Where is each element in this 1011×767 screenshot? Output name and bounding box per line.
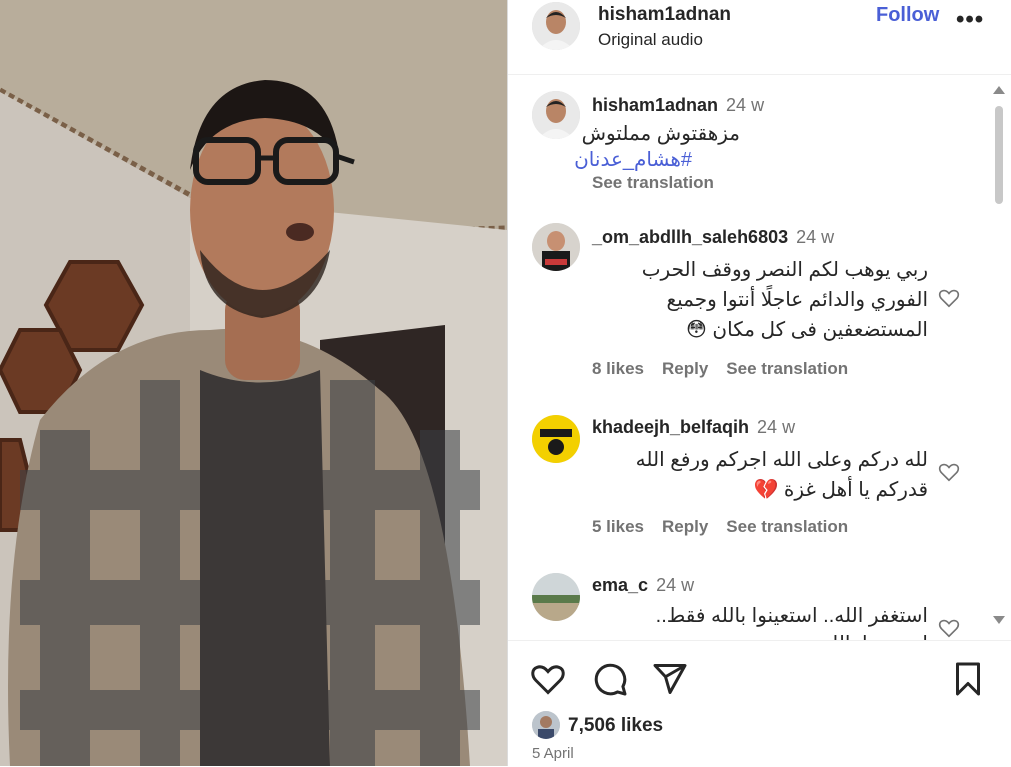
comments-scrollbar[interactable] — [992, 86, 1006, 632]
share-icon[interactable] — [652, 661, 688, 697]
comment-icon[interactable] — [592, 661, 628, 697]
see-translation-button[interactable]: See translation — [726, 359, 848, 378]
author-avatar[interactable] — [532, 2, 580, 50]
caption-time: 24 w — [726, 95, 765, 115]
comment-meta: 5 likes Reply See translation — [592, 517, 866, 537]
comment-time: 24 w — [656, 575, 695, 595]
video-frame — [0, 0, 507, 766]
reply-button[interactable]: Reply — [662, 517, 708, 536]
caption-username[interactable]: hisham1adnan 24 w — [592, 95, 764, 116]
comment-avatar[interactable] — [532, 573, 580, 621]
post-media[interactable] — [0, 0, 507, 766]
comment-time: 24 w — [757, 417, 796, 437]
comment-heart-icon[interactable] — [938, 287, 960, 309]
post-date: 5 April — [532, 745, 574, 762]
comment-line: ربي يوهب لكم النصر ووقف الحرب — [641, 259, 928, 281]
comment-item: ema_c 24 w استغفر الله.. استعينوا بالله ف… — [508, 565, 988, 641]
comment-time: 24 w — [796, 227, 835, 247]
comment-item: _om_abdllh_saleh6803 24 w ربي يوهب لكم ال… — [508, 215, 988, 385]
like-heart-icon[interactable] — [530, 661, 566, 697]
see-translation-button[interactable]: See translation — [726, 517, 848, 536]
comment-likes[interactable]: 5 likes — [592, 517, 644, 536]
comment-meta: 8 likes Reply See translation — [592, 359, 866, 379]
bookmark-icon[interactable] — [950, 661, 986, 697]
post-actions: 7,506 likes 5 April — [508, 640, 1011, 767]
audio-label[interactable]: Original audio — [598, 30, 703, 50]
caption-hashtag[interactable]: #هشام_عدنان — [574, 145, 692, 175]
post-header: hisham1adnan Original audio Follow ••• — [508, 0, 1011, 75]
comment-username[interactable]: ema_c 24 w — [592, 575, 694, 596]
comment-line: قدركم يا أهل غزة 💔 — [753, 479, 928, 501]
caption: hisham1adnan 24 w مزهقتوش مملتوش #هشام_عد… — [508, 75, 988, 205]
comment-heart-icon[interactable] — [938, 461, 960, 483]
caption-see-translation[interactable]: See translation — [592, 173, 714, 193]
comment-line: الفوري والدائم عاجلًا أنتوا وجميع — [666, 289, 928, 311]
comment-avatar[interactable] — [532, 223, 580, 271]
comment-line: لله دركم وعلى الله اجركم ورفع الله — [635, 449, 928, 471]
comment-username[interactable]: khadeejh_belfaqih 24 w — [592, 417, 795, 438]
comments-list[interactable]: hisham1adnan 24 w مزهقتوش مملتوش #هشام_عد… — [508, 75, 1011, 641]
author-username[interactable]: hisham1adnan — [598, 4, 731, 26]
comment-heart-icon[interactable] — [938, 617, 960, 639]
liker-avatar[interactable] — [532, 711, 560, 739]
more-icon[interactable]: ••• — [956, 6, 984, 34]
comment-username[interactable]: _om_abdllh_saleh6803 24 w — [592, 227, 834, 248]
comment-line: المستضعفين فى كل مكان 😳 — [686, 319, 928, 341]
comment-item: khadeejh_belfaqih 24 w لله دركم وعلى الله… — [508, 405, 988, 545]
reply-button[interactable]: Reply — [662, 359, 708, 378]
comment-avatar[interactable] — [532, 415, 580, 463]
follow-button[interactable]: Follow — [876, 4, 939, 27]
comment-line: استغفر الله.. استعينوا بالله فقط.. — [655, 605, 928, 627]
comment-likes[interactable]: 8 likes — [592, 359, 644, 378]
caption-avatar[interactable] — [532, 91, 580, 139]
post-panel: hisham1adnan Original audio Follow ••• h… — [507, 0, 1011, 766]
likes-count[interactable]: 7,506 likes — [568, 715, 663, 737]
